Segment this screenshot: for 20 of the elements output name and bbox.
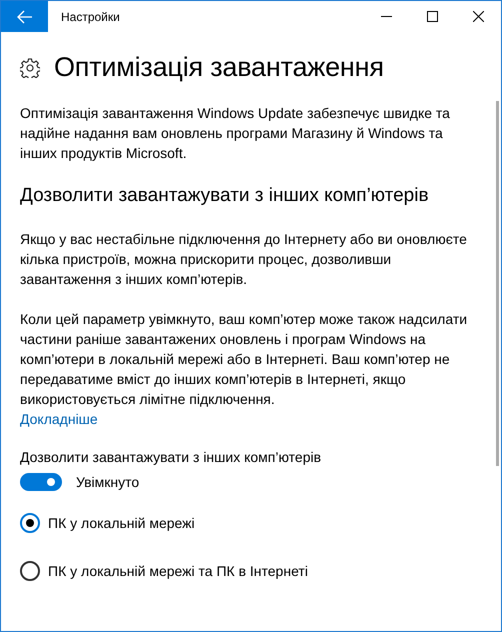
gear-icon: [20, 58, 40, 78]
close-icon: [472, 11, 484, 22]
description-text: Якщо у вас нестабільне підключення до Інтернету або ви оновлюєте кілька пристроїв, можна прискорити процес, дозволивши завантаження з інших комп’ютерів.: [20, 230, 468, 289]
back-button[interactable]: [1, 1, 48, 32]
learn-more-link[interactable]: Докладніше: [20, 409, 98, 429]
toggle-label: Дозволити завантажувати з інших комп’ютерів: [20, 449, 322, 465]
section-title: Дозволити завантажувати з інших комп’ютерів: [20, 185, 430, 207]
radio-label[interactable]: ПК у локальній мережі: [48, 515, 195, 531]
radio-button[interactable]: [20, 561, 40, 581]
maximize-icon: [426, 11, 438, 22]
back-arrow-icon: [16, 10, 32, 24]
toggle-switch[interactable]: [20, 473, 62, 491]
description-text: Коли цей параметр увімкнуто, ваш комп’ютер може також надсилати частини раніше завантажених оновлень і програм Windows на комп’ютери в локальній мережі або в Інтернеті. Ваш комп’ютер не передаватиме вміст до інших комп’ютерів в Інтернеті, якщо використовується лімітне підключення.: [20, 310, 468, 409]
radio-button[interactable]: [20, 513, 40, 533]
intro-text: Оптимізація завантаження Windows Update забезпечує швидке та надійне надання вам оновлень програми Магазину й Windows та інших продуктів Microsoft.: [20, 104, 451, 163]
scrollbar[interactable]: [496, 101, 499, 466]
toggle-state-label: Увімкнуто: [76, 474, 140, 490]
page-title: Оптимізація завантаження: [54, 52, 384, 83]
window-title: Настройки: [61, 10, 121, 24]
radio-label[interactable]: ПК у локальній мережі та ПК в Інтернеті: [48, 563, 308, 579]
